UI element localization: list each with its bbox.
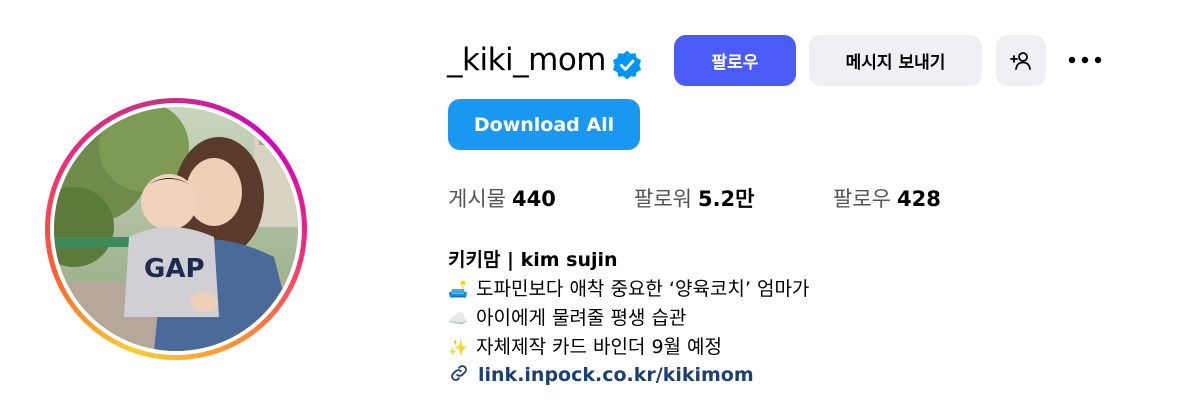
bio-name: 키키맘 | kim sujin — [448, 249, 618, 271]
bio-line: 🛋️ 도파민보다 애착 중요한 ‘양육코치’ 엄마가 — [448, 274, 809, 305]
link-icon — [451, 365, 467, 381]
avatar-border: GAP — [50, 103, 302, 355]
stat-posts: 게시물 440 — [448, 183, 556, 215]
bio-link[interactable]: link.inpock.co.kr/kikimom — [448, 360, 754, 390]
bio-line-text: 아이에게 물려줄 평생 습관 — [476, 307, 687, 329]
bio-line: ✨ 자체제작 카드 바인더 9월 예정 — [448, 332, 722, 363]
sparkles-icon: ✨ — [448, 338, 468, 357]
stat-posts-label: 게시물 — [448, 187, 506, 211]
verified-badge-icon — [613, 50, 641, 80]
bio-line: ☁️ 아이에게 물려줄 평생 습관 — [448, 303, 686, 334]
profile-avatar[interactable]: GAP — [54, 107, 298, 351]
stat-following[interactable]: 팔로우 428 — [833, 183, 941, 215]
profile-username: _kiki_mom — [447, 42, 607, 78]
bio-link-text[interactable]: link.inpock.co.kr/kikimom — [478, 364, 754, 386]
story-ring[interactable]: GAP — [45, 98, 307, 360]
stat-followers-value: 5.2만 — [697, 187, 755, 211]
stat-followers[interactable]: 팔로워 5.2만 — [634, 183, 755, 215]
stat-posts-value: 440 — [511, 187, 556, 211]
avatar-photo: GAP — [54, 107, 298, 351]
ellipsis-icon — [1068, 56, 1102, 64]
stat-followers-label: 팔로워 — [634, 187, 692, 211]
person-plus-icon — [1010, 51, 1031, 70]
bio-line-text: 자체제작 카드 바인더 9월 예정 — [476, 336, 723, 358]
more-options-button[interactable] — [1060, 40, 1110, 80]
follow-button[interactable]: 팔로우 — [674, 35, 796, 86]
download-all-button[interactable]: Download All — [448, 99, 640, 150]
couch-icon: 🛋️ — [448, 280, 468, 299]
stat-following-label: 팔로우 — [833, 187, 891, 211]
bio-line-text: 도파민보다 애착 중요한 ‘양육코치’ 엄마가 — [476, 278, 810, 300]
svg-text:GAP: GAP — [144, 254, 205, 284]
message-button[interactable]: 메시지 보내기 — [809, 35, 982, 86]
cloud-icon: ☁️ — [448, 309, 468, 328]
stat-following-value: 428 — [896, 187, 941, 211]
suggest-users-button[interactable] — [996, 35, 1046, 86]
